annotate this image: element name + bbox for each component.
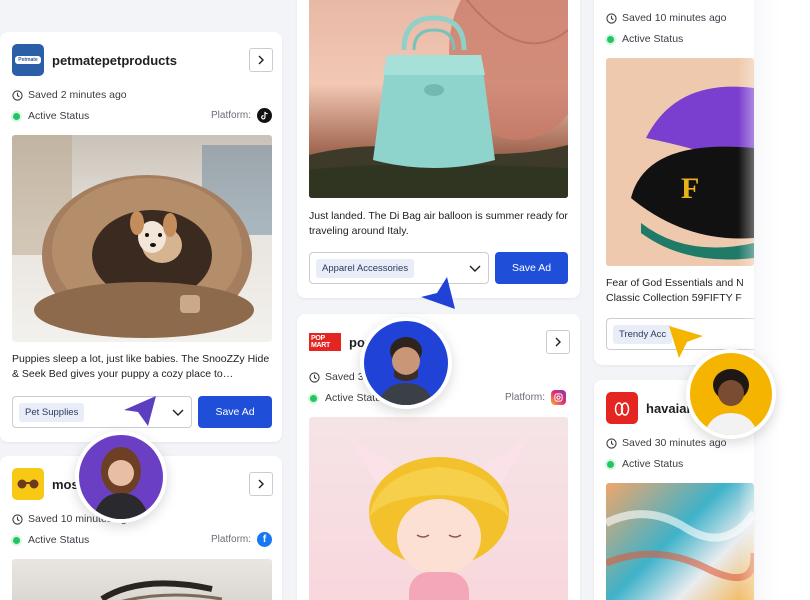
havaianas-logo — [606, 392, 638, 424]
active-status: Active Status — [13, 534, 89, 546]
active-status: Active Status — [607, 33, 683, 45]
chevron-down-icon — [172, 409, 184, 416]
clock-icon — [606, 12, 617, 24]
open-ad-button[interactable] — [249, 472, 273, 496]
cursor-yellow — [669, 326, 703, 358]
category-chip: Pet Supplies — [19, 402, 85, 422]
status-dot — [607, 460, 614, 468]
petmate-logo: Petmate — [12, 44, 44, 76]
active-status: Active Status — [607, 458, 683, 470]
ad-image-cap[interactable]: F — [606, 58, 754, 266]
ad-description: Just landed. The Di Bag air balloon is s… — [309, 210, 568, 237]
category-chip: Trendy Acc — [613, 324, 673, 344]
platform-indicator: Platform: — [505, 390, 567, 405]
cursor-blue — [421, 277, 455, 309]
platform-indicator: Platform: f — [211, 532, 273, 547]
saved-time: Saved 10 minutes ago — [606, 12, 727, 24]
chevron-right-icon — [258, 479, 264, 489]
open-ad-button[interactable] — [249, 48, 273, 72]
ad-card-bag: Just landed. The Di Bag air balloon is s… — [297, 0, 580, 298]
status-dot — [13, 112, 20, 120]
brand-header: havaian — [606, 392, 694, 424]
ad-description: Fear of God Essentials and N Classic Col… — [606, 277, 744, 304]
right-fade — [738, 0, 810, 600]
active-status: Active Status — [13, 110, 89, 122]
instagram-icon — [551, 390, 567, 405]
ad-image-dog-bed[interactable] — [12, 135, 272, 342]
category-chip: Apparel Accessories — [316, 258, 415, 278]
avatar-man-blue — [360, 317, 452, 409]
glasses-icon — [17, 479, 39, 489]
saved-time: Saved 30 minutes ago — [606, 437, 727, 449]
clock-icon — [12, 89, 23, 101]
chevron-right-icon — [555, 337, 561, 347]
category-select[interactable]: Apparel Accessories — [309, 252, 489, 284]
save-ad-button[interactable]: Save Ad — [198, 396, 272, 428]
status-dot — [310, 394, 317, 402]
open-ad-button[interactable] — [546, 330, 570, 354]
ad-description: Puppies sleep a lot, just like babies. T… — [12, 353, 270, 380]
ad-image-sunglasses[interactable] — [12, 559, 272, 600]
ad-image-air-balloon-bag[interactable] — [309, 0, 568, 198]
brand-name[interactable]: petmatepetproducts — [52, 53, 177, 68]
popmart-logo: POP MART — [309, 326, 341, 358]
ad-image-popmart-figure[interactable] — [309, 417, 568, 600]
status-dot — [607, 35, 614, 43]
ad-image-towels[interactable] — [606, 483, 754, 600]
platform-indicator: Platform: — [211, 108, 273, 123]
brand-header: Petmate petmatepetproducts — [12, 44, 177, 76]
ad-card-petmate: Petmate petmatepetproducts Saved 2 minut… — [0, 32, 282, 442]
cursor-purple — [124, 396, 156, 426]
avatar-woman-purple — [75, 431, 167, 523]
save-ad-button[interactable]: Save Ad — [495, 252, 568, 284]
tiktok-icon — [257, 108, 273, 123]
category-select[interactable]: Pet Supplies — [12, 396, 192, 428]
mosc-logo — [12, 468, 44, 500]
chevron-right-icon — [258, 55, 264, 65]
saved-time: Saved 2 minutes ago — [12, 89, 127, 101]
ad-card-fear-of-god: Saved 10 minutes ago Active Status F Fea… — [594, 0, 754, 365]
flip-flop-icon — [614, 402, 630, 416]
clock-icon — [606, 437, 617, 449]
clock-icon — [309, 371, 320, 383]
facebook-icon: f — [257, 532, 273, 547]
avatar-woman-yellow — [686, 349, 776, 439]
svg-text:F: F — [681, 172, 699, 205]
chevron-down-icon — [469, 265, 481, 272]
status-dot — [13, 536, 20, 544]
clock-icon — [12, 513, 23, 525]
